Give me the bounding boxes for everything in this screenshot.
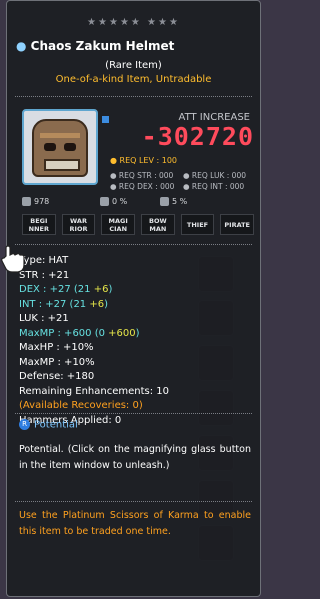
req-int: ● REQ INT : 000: [183, 182, 245, 191]
req-luk: ● REQ LUK : 000: [183, 171, 246, 180]
item-icon-frame: [22, 109, 98, 185]
req-dex: ● REQ DEX : 000: [110, 182, 175, 191]
durability-meter: 978: [22, 197, 49, 206]
stat-maxmp: MaxMP : +600 (0 +600): [19, 327, 169, 342]
stat-maxmp-base: MaxMP : +600 (0: [19, 327, 109, 339]
stat-dex-close: ): [108, 284, 113, 295]
flag-icon: [102, 116, 109, 123]
att-increase-value: -302720: [141, 122, 254, 151]
req-level: ● REQ LEV : 100: [110, 156, 178, 165]
divider: [15, 96, 252, 97]
job-beginner: BEGI NNER: [22, 214, 56, 235]
shield-meter: 5 %: [160, 197, 187, 206]
potential-header: R Potential: [19, 419, 78, 431]
bullet-icon: ●: [16, 39, 31, 53]
stat-int-base: INT : +27 (21: [19, 298, 90, 310]
stat-str: STR : +21: [19, 269, 70, 281]
stat-luk: LUK : +21: [19, 313, 69, 324]
durability-icon: [22, 197, 31, 206]
hand-cursor-icon: [1, 245, 25, 273]
job-magician: MAGI CIAN: [101, 214, 136, 235]
stat-int-close: ): [104, 298, 109, 310]
job-thief: THIEF: [180, 214, 215, 235]
potential-header-label: Potential: [34, 419, 78, 431]
percent-meter: 0 %: [100, 197, 127, 206]
item-name: ● Chaos Zakum Helmet: [16, 39, 174, 53]
item-stats: Type: HAT STR : +21 DEX : +27 (21 +6) IN…: [19, 254, 169, 428]
item-tooltip: ★★★★★ ★★★ ● Chaos Zakum Helmet (Rare Ite…: [6, 0, 261, 597]
stat-maxmp-percent: MaxMP : +10%: [19, 356, 95, 368]
req-str: ● REQ STR : 000: [110, 171, 174, 180]
percent-value: 0 %: [112, 197, 128, 206]
stat-int: INT : +27 (21 +6): [19, 298, 169, 313]
meter-icon: [100, 197, 109, 206]
stat-dex-base: DEX : +27 (21: [19, 284, 94, 295]
job-pirate: PIRATE: [220, 214, 255, 235]
stat-int-bonus: +6: [89, 298, 105, 310]
potential-rank-icon: R: [19, 419, 30, 430]
divider: [15, 413, 252, 414]
stat-type: Type: HAT: [19, 255, 69, 266]
stat-recoveries: (Available Recoveries: 0): [19, 400, 143, 411]
divider: [15, 244, 252, 245]
shield-icon: [160, 197, 169, 206]
unique-notice: One-of-a-kind Item, Untradable: [55, 74, 212, 85]
shield-value: 5 %: [172, 197, 188, 206]
job-warrior: WAR RIOR: [61, 214, 96, 235]
karma-notice: Use the Platinum Scissors of Karma to en…: [19, 510, 251, 537]
durability-value: 978: [34, 197, 50, 206]
stat-maxmp-close: ): [135, 327, 140, 339]
item-rarity: (Rare Item): [105, 60, 162, 71]
job-class-list: BEGI NNER WAR RIOR MAGI CIAN BOW MAN THI…: [22, 214, 255, 235]
potential-description: Potential. (Click on the magnifying glas…: [19, 444, 251, 471]
req-stats: ● REQ STR : 000 ● REQ LUK : 000 ● REQ DE…: [110, 171, 256, 191]
divider: [15, 501, 252, 502]
stat-dex-bonus: +6: [93, 284, 109, 295]
stat-enhancements: Remaining Enhancements: 10: [19, 385, 170, 397]
stat-defense: Defense: +180: [19, 371, 95, 382]
stat-maxmp-bonus: +600: [108, 327, 136, 339]
job-bowman: BOW MAN: [141, 214, 175, 235]
helmet-item-icon: [32, 119, 88, 177]
item-name-text: Chaos Zakum Helmet: [30, 39, 175, 53]
star-force-rating: ★★★★★ ★★★: [87, 17, 180, 28]
stat-dex: DEX : +27 (21 +6): [19, 283, 169, 298]
stat-maxhp-percent: MaxHP : +10%: [19, 342, 94, 353]
